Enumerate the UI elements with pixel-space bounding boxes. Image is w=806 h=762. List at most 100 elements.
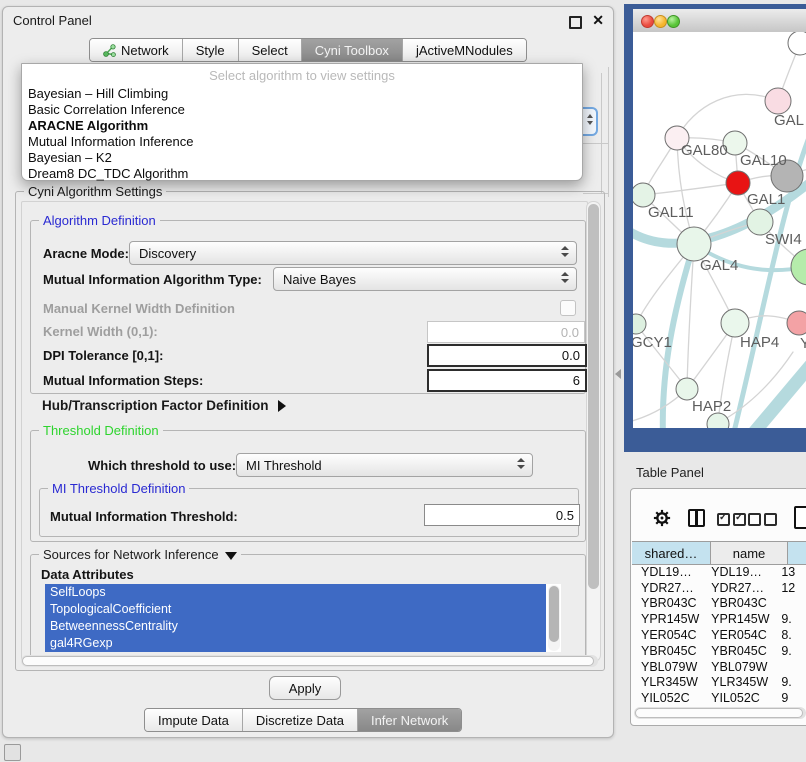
tab-infer-network[interactable]: Infer Network	[357, 709, 461, 731]
mi-threshold-label: Mutual Information Threshold:	[50, 509, 238, 524]
float-panel-icon[interactable]	[569, 16, 582, 29]
table-row[interactable]: YIL052CYIL052C9	[632, 690, 806, 704]
table-panel: shared…nameA YDL19…YDL19…13YDR27…YDR27…1…	[630, 488, 806, 726]
tab-style[interactable]: Style	[182, 39, 238, 61]
network-node[interactable]	[707, 413, 729, 428]
hub-definition-expander[interactable]: Hub/Transcription Factor Definition	[42, 398, 286, 413]
hub-definition-label: Hub/Transcription Factor Definition	[42, 398, 269, 413]
algorithm-option-dream8-dc-tdc-algorithm[interactable]: Dream8 DC_TDC Algorithm	[28, 166, 576, 182]
aracne-mode-combobox[interactable]: Discovery	[129, 241, 577, 265]
table-row[interactable]: YDR27…YDR27…12	[632, 580, 806, 596]
tab-impute-data[interactable]: Impute Data	[145, 709, 242, 731]
sources-group: Sources for Network Inference Data Attri…	[30, 554, 586, 658]
network-window-titlebar[interactable]	[633, 9, 806, 33]
document-icon[interactable]	[794, 506, 806, 529]
tab-cyni-toolbox[interactable]: Cyni Toolbox	[301, 39, 402, 61]
attribute-item-betweennesscentrality[interactable]: BetweennessCentrality	[45, 618, 546, 635]
tab-label: Style	[196, 43, 225, 58]
table-cell: YPR145W	[704, 612, 774, 626]
network-node-gal4[interactable]	[677, 227, 711, 261]
mi-threshold-value: 0.5	[556, 508, 574, 523]
attribute-item-selfloops[interactable]: SelfLoops	[45, 584, 546, 601]
close-panel-icon[interactable]: ✕	[592, 12, 604, 28]
network-node-hap4[interactable]	[721, 309, 749, 337]
apply-button[interactable]: Apply	[269, 676, 341, 700]
mi-algorithm-type-combobox[interactable]: Naive Bayes	[273, 267, 577, 291]
network-edge[interactable]	[643, 183, 738, 195]
kernel-width-value: 0.0	[561, 325, 579, 340]
minimized-panel-icon[interactable]	[4, 744, 21, 761]
network-edge[interactable]	[751, 360, 806, 428]
manual-kernel-checkbox[interactable]	[560, 300, 576, 316]
algorithm-option-bayesian-k2[interactable]: Bayesian – K2	[28, 150, 576, 166]
dpi-tolerance-value: 0.0	[562, 348, 580, 363]
settings-horizontal-scrollbar[interactable]	[21, 655, 598, 667]
mi-steps-field[interactable]: 6	[427, 369, 587, 392]
unchecked-checkboxes-icon[interactable]	[748, 513, 780, 531]
attributes-scrollbar[interactable]	[548, 585, 560, 651]
table-cell: 12	[774, 581, 806, 595]
table-cell: 8.	[774, 628, 806, 642]
columns-icon[interactable]	[688, 509, 705, 527]
node-label-gal4: GAL4	[700, 257, 738, 274]
network-view-window[interactable]: GALGAL80GAL10GAL1GAL11SWI4GAL4GCY1HAP4YH…	[624, 4, 806, 452]
table-row[interactable]: YER054CYER054C8.	[632, 627, 806, 643]
gear-icon[interactable]	[653, 509, 671, 532]
column-header-a[interactable]: A	[788, 542, 806, 564]
close-window-icon[interactable]	[641, 15, 654, 28]
tab-network[interactable]: Network	[90, 39, 182, 61]
mi-threshold-field[interactable]: 0.5	[424, 504, 580, 526]
table-cell: YBR045C	[704, 644, 774, 658]
scrollbar-thumb[interactable]	[588, 204, 599, 589]
column-header-shared[interactable]: shared…	[632, 542, 711, 564]
table-row[interactable]: YBL079WYBL079W	[632, 659, 806, 675]
control-panel-tabbar: Network Style Select Cyni Toolbox jActiveMNo…	[89, 38, 527, 62]
tab-jactivemnodules[interactable]: jActiveMNodules	[402, 39, 526, 61]
network-node-gal[interactable]	[765, 88, 791, 114]
attribute-item-topologicalcoefficient[interactable]: TopologicalCoefficient	[45, 601, 546, 618]
node-label-gal80: GAL80	[681, 142, 728, 159]
network-node-y[interactable]	[787, 311, 806, 335]
scrollbar-thumb[interactable]	[635, 708, 803, 718]
table-row[interactable]: YLR345WYLR345W9.	[632, 675, 806, 691]
scrollbar-thumb[interactable]	[22, 656, 594, 666]
attribute-item-gal4rgexp[interactable]: gal4RGexp	[45, 635, 546, 652]
table-row[interactable]: YDL19…YDL19…13	[632, 564, 806, 580]
zoom-window-icon[interactable]	[667, 15, 680, 28]
table-horizontal-scrollbar[interactable]	[634, 707, 806, 719]
panel-divider-collapse-icon[interactable]	[615, 369, 621, 379]
table-panel-title: Table Panel	[636, 465, 704, 480]
network-node-hap2[interactable]	[676, 378, 698, 400]
algorithm-option-mutual-information-inference[interactable]: Mutual Information Inference	[28, 134, 576, 150]
column-header-name[interactable]: name	[711, 542, 788, 564]
table-cell: 9	[774, 691, 806, 704]
table-row[interactable]: YBR043CYBR043C	[632, 596, 806, 612]
network-node[interactable]	[788, 32, 806, 55]
table-row[interactable]: YPR145WYPR145W9.	[632, 611, 806, 627]
manual-kernel-label: Manual Kernel Width Definition	[43, 301, 235, 316]
table-row[interactable]: YBR045CYBR045C9.	[632, 643, 806, 659]
which-threshold-combobox[interactable]: MI Threshold	[236, 453, 533, 477]
network-canvas[interactable]: GALGAL80GAL10GAL1GAL11SWI4GAL4GCY1HAP4YH…	[633, 32, 806, 428]
scrollbar-thumb[interactable]	[549, 586, 559, 642]
checked-checkboxes-icon[interactable]	[717, 513, 749, 531]
network-node-gcy1[interactable]	[633, 314, 646, 334]
algorithm-list: Bayesian – Hill ClimbingBasic Correlatio…	[28, 86, 576, 182]
tab-select[interactable]: Select	[238, 39, 301, 61]
aracne-mode-value: Discovery	[139, 246, 196, 261]
network-edge[interactable]	[677, 94, 778, 138]
minimize-window-icon[interactable]	[654, 15, 667, 28]
algorithm-option-basic-correlation-inference[interactable]: Basic Correlation Inference	[28, 102, 576, 118]
algorithm-option-aracne-algorithm[interactable]: ARACNE Algorithm	[28, 118, 576, 134]
tab-label: Cyni Toolbox	[315, 43, 389, 58]
node-label-hap2: HAP2	[692, 398, 731, 415]
algorithm-placeholder: Select algorithm to view settings	[22, 68, 582, 83]
dpi-tolerance-field[interactable]: 0.0	[427, 344, 587, 367]
tab-discretize-data[interactable]: Discretize Data	[242, 709, 357, 731]
node-label-hap4: HAP4	[740, 334, 779, 351]
data-attributes-list[interactable]: SelfLoopsTopologicalCoefficientBetweenne…	[45, 584, 561, 652]
algorithm-option-bayesian-hill-climbing[interactable]: Bayesian – Hill Climbing	[28, 86, 576, 102]
settings-vertical-scrollbar[interactable]	[586, 201, 601, 662]
kernel-width-field[interactable]: 0.0	[427, 321, 585, 343]
sources-title[interactable]: Sources for Network Inference	[39, 547, 241, 562]
